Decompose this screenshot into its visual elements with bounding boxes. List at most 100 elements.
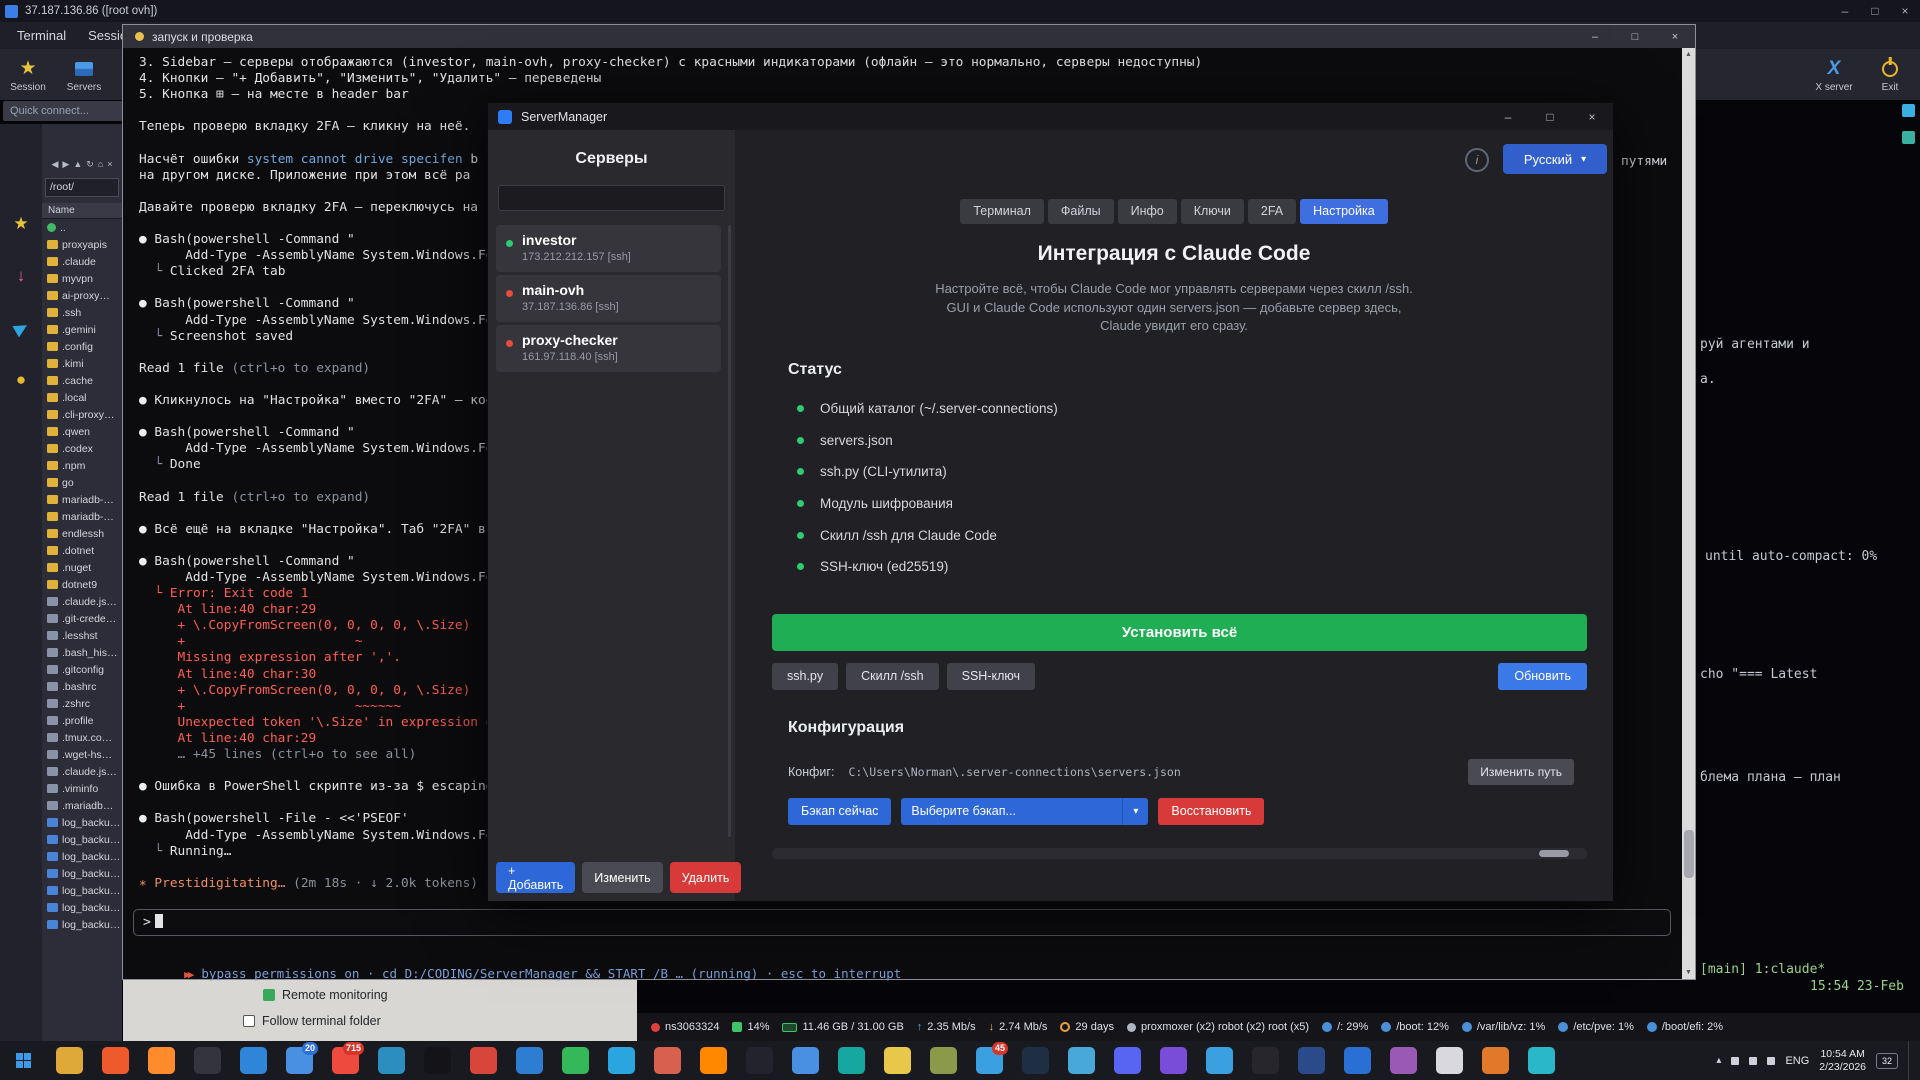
taskbar-app-steam[interactable] bbox=[1012, 1041, 1058, 1080]
file-toolbar-icon[interactable]: ↻ bbox=[86, 159, 94, 170]
tree-item[interactable]: .kimi bbox=[42, 355, 122, 372]
taskbar-app-chrome-profile[interactable]: 20 bbox=[276, 1041, 322, 1080]
tree-item[interactable]: .mariadb… bbox=[42, 797, 122, 814]
sidebar-scrollbar[interactable] bbox=[728, 225, 731, 837]
tree-item[interactable]: .qwen bbox=[42, 423, 122, 440]
tree-item[interactable]: log_backu… bbox=[42, 882, 122, 899]
component-button[interactable]: SSH-ключ bbox=[947, 663, 1035, 690]
refresh-button[interactable]: Обновить bbox=[1498, 663, 1587, 690]
tree-item[interactable]: .bash_his… bbox=[42, 644, 122, 661]
taskbar-app-discord[interactable] bbox=[1104, 1041, 1150, 1080]
tree-item[interactable]: log_backu… bbox=[42, 848, 122, 865]
backup-select-dropdown[interactable]: Выберите бэкап... ▾ bbox=[901, 798, 1148, 825]
minimize-icon[interactable]: – bbox=[1830, 0, 1860, 22]
backup-now-button[interactable]: Бэкап сейчас bbox=[788, 798, 891, 825]
tree-item[interactable]: endlessh bbox=[42, 525, 122, 542]
taskbar-app-telegram[interactable] bbox=[598, 1041, 644, 1080]
toolbar-exit-button[interactable]: Exit bbox=[1862, 49, 1918, 100]
tree-item[interactable]: .local bbox=[42, 389, 122, 406]
server-search-input[interactable] bbox=[498, 185, 725, 211]
taskbar-app-chrome-canary[interactable] bbox=[874, 1041, 920, 1080]
tray-clock[interactable]: 10:54 AM 2/23/2026 bbox=[1819, 1048, 1866, 1074]
taskbar-app-quick-scan[interactable] bbox=[1334, 1041, 1380, 1080]
tree-item[interactable]: mariadb-… bbox=[42, 508, 122, 525]
taskbar-app-anydesk[interactable]: 715 bbox=[322, 1041, 368, 1080]
toolbar-session-button[interactable]: ★Session bbox=[0, 49, 56, 100]
taskbar-app-app-sky[interactable] bbox=[1058, 1041, 1104, 1080]
tray-volume-icon[interactable] bbox=[1749, 1057, 1757, 1065]
tree-item[interactable]: .git-crede… bbox=[42, 610, 122, 627]
taskbar-app-app-orange[interactable] bbox=[1472, 1041, 1518, 1080]
tree-item[interactable]: ai-proxy… bbox=[42, 287, 122, 304]
taskbar-app-app-violet[interactable] bbox=[1380, 1041, 1426, 1080]
close-icon[interactable]: × bbox=[1571, 103, 1613, 130]
tree-item[interactable]: .viminfo bbox=[42, 780, 122, 797]
file-toolbar-icon[interactable]: ◀ bbox=[51, 159, 58, 170]
taskbar-app-vscode[interactable] bbox=[368, 1041, 414, 1080]
taskbar-app-firefox[interactable] bbox=[138, 1041, 184, 1080]
taskbar-app-edge[interactable] bbox=[230, 1041, 276, 1080]
scrollbar-thumb[interactable] bbox=[1539, 850, 1569, 857]
edit-icon[interactable] bbox=[1902, 104, 1915, 117]
taskbar-app-paint[interactable] bbox=[644, 1041, 690, 1080]
tree-item[interactable]: .codex bbox=[42, 440, 122, 457]
tray-chevron-icon[interactable]: ▴ bbox=[1716, 1055, 1721, 1066]
tree-item[interactable]: go bbox=[42, 474, 122, 491]
toolbar-x-server-button[interactable]: XX server bbox=[1806, 49, 1862, 100]
panel-icon[interactable] bbox=[1902, 131, 1915, 144]
tree-item[interactable]: .zshrc bbox=[42, 695, 122, 712]
tree-item[interactable]: log_backu… bbox=[42, 899, 122, 916]
tree-item[interactable]: log_backu… bbox=[42, 831, 122, 848]
taskbar-app-chrome[interactable] bbox=[782, 1041, 828, 1080]
taskbar-app-app-purple[interactable] bbox=[1150, 1041, 1196, 1080]
maximize-icon[interactable]: □ bbox=[1615, 25, 1655, 48]
tree-item[interactable]: .npm bbox=[42, 457, 122, 474]
terminal-prompt-input[interactable]: > bbox=[133, 909, 1671, 936]
file-toolbar-icon[interactable]: ▲ bbox=[73, 159, 82, 169]
tray-network-icon[interactable] bbox=[1731, 1057, 1739, 1065]
tray-language[interactable]: ENG bbox=[1785, 1055, 1809, 1067]
tree-item[interactable]: log_backu… bbox=[42, 865, 122, 882]
server-item-proxy-checker[interactable]: proxy-checker161.97.118.40 [ssh] bbox=[496, 325, 721, 372]
taskbar-app-folder-blue[interactable] bbox=[1196, 1041, 1242, 1080]
restore-button[interactable]: Восстановить bbox=[1158, 798, 1264, 825]
tree-item[interactable]: .tmux.co… bbox=[42, 729, 122, 746]
taskbar-app-brave[interactable] bbox=[92, 1041, 138, 1080]
toolbar-servers-button[interactable]: Servers bbox=[56, 49, 112, 100]
scroll-up-icon[interactable]: ▲ bbox=[1682, 48, 1695, 61]
tree-item[interactable]: .bashrc bbox=[42, 678, 122, 695]
tree-item[interactable]: .claude.js… bbox=[42, 593, 122, 610]
path-input[interactable]: /root/ bbox=[45, 178, 119, 197]
maximize-icon[interactable]: □ bbox=[1860, 0, 1890, 22]
menu-item-terminal[interactable]: Terminal bbox=[6, 28, 77, 43]
horizontal-scrollbar[interactable] bbox=[772, 848, 1587, 859]
tree-item[interactable]: .. bbox=[42, 219, 122, 236]
install-all-button[interactable]: Установить всё bbox=[772, 614, 1587, 651]
tree-item[interactable]: .profile bbox=[42, 712, 122, 729]
close-icon[interactable]: × bbox=[1890, 0, 1920, 22]
scroll-down-icon[interactable]: ▼ bbox=[1682, 966, 1695, 979]
taskbar-app-terminal[interactable] bbox=[414, 1041, 460, 1080]
tree-item[interactable]: myvpn bbox=[42, 270, 122, 287]
taskbar-app-app-red[interactable] bbox=[460, 1041, 506, 1080]
taskbar-app-heidisql[interactable]: 45 bbox=[966, 1041, 1012, 1080]
taskbar-app-app-navy[interactable] bbox=[1288, 1041, 1334, 1080]
edit-server-button[interactable]: Изменить bbox=[582, 862, 662, 893]
tree-item[interactable]: .claude bbox=[42, 253, 122, 270]
taskbar-app-app-teal[interactable] bbox=[828, 1041, 874, 1080]
taskbar-app-app-green[interactable] bbox=[552, 1041, 598, 1080]
tree-item[interactable]: .lesshst bbox=[42, 627, 122, 644]
favorites-star-icon[interactable]: ★ bbox=[0, 214, 42, 234]
change-path-button[interactable]: Изменить путь bbox=[1468, 759, 1574, 785]
component-button[interactable]: Скилл /ssh bbox=[846, 663, 938, 690]
delete-server-button[interactable]: Удалить bbox=[670, 862, 742, 893]
scrollbar-thumb[interactable] bbox=[1684, 830, 1694, 878]
download-arrow-icon[interactable]: ↓ bbox=[0, 266, 42, 286]
tree-item[interactable]: .cache bbox=[42, 372, 122, 389]
tree-item[interactable]: dotnet9 bbox=[42, 576, 122, 593]
server-item-investor[interactable]: investor173.212.212.157 [ssh] bbox=[496, 225, 721, 272]
maximize-icon[interactable]: □ bbox=[1529, 103, 1571, 130]
taskbar-app-app-cyan[interactable] bbox=[1518, 1041, 1564, 1080]
tree-item[interactable]: .cli-proxy… bbox=[42, 406, 122, 423]
quick-connect-input[interactable]: Quick connect... bbox=[3, 101, 140, 121]
